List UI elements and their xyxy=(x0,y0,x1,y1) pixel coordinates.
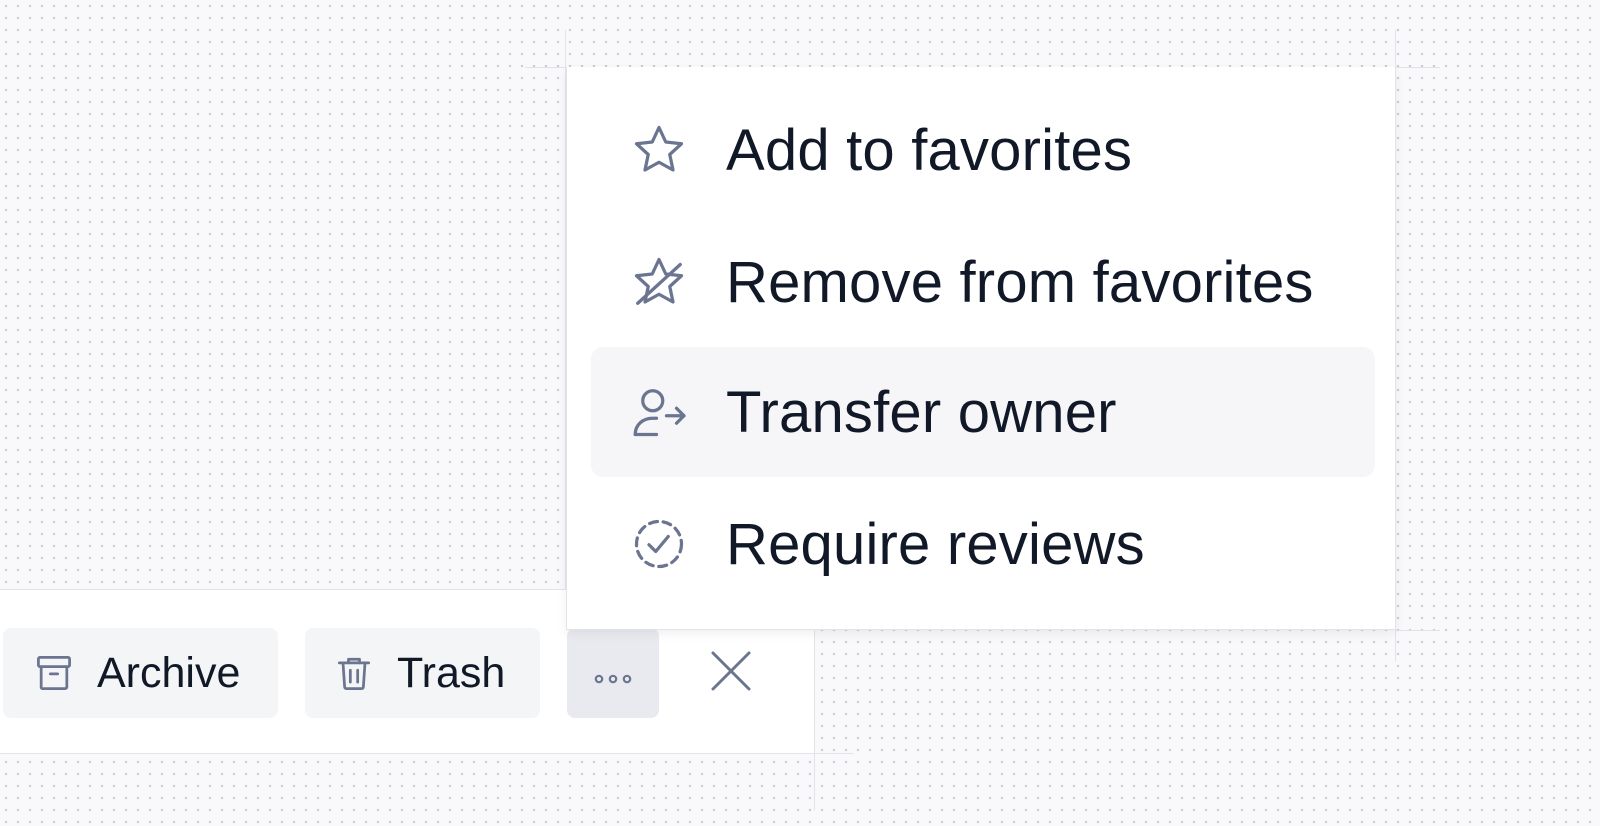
archive-icon xyxy=(31,650,77,696)
menu-item-label: Remove from favorites xyxy=(726,249,1314,315)
ellipsis-horizontal-icon xyxy=(591,649,635,698)
dashed-circle-check-icon xyxy=(628,513,690,575)
user-arrow-right-icon xyxy=(628,381,690,443)
trash-button[interactable]: Trash xyxy=(305,628,540,718)
menu-item-label: Add to favorites xyxy=(726,117,1133,183)
trash-label: Trash xyxy=(397,648,506,697)
close-icon xyxy=(707,647,755,700)
menu-item-label: Require reviews xyxy=(726,511,1145,577)
trash-icon xyxy=(331,650,377,696)
menu-item-remove-from-favorites[interactable]: Remove from favorites xyxy=(591,217,1375,347)
close-button[interactable] xyxy=(700,638,762,708)
archive-button[interactable]: Archive xyxy=(3,628,278,718)
menu-item-add-to-favorites[interactable]: Add to favorites xyxy=(591,85,1375,215)
more-actions-menu: Add to favorites Remove from favorites T… xyxy=(566,67,1396,630)
star-icon xyxy=(628,119,690,181)
guide-line xyxy=(1395,630,1440,631)
archive-label: Archive xyxy=(97,648,241,697)
star-slash-icon xyxy=(628,251,690,313)
menu-item-label: Transfer owner xyxy=(726,379,1117,445)
more-actions-button[interactable] xyxy=(567,628,659,718)
menu-item-transfer-owner[interactable]: Transfer owner xyxy=(591,347,1375,477)
menu-item-require-reviews[interactable]: Require reviews xyxy=(591,479,1375,609)
guide-line xyxy=(814,753,854,754)
